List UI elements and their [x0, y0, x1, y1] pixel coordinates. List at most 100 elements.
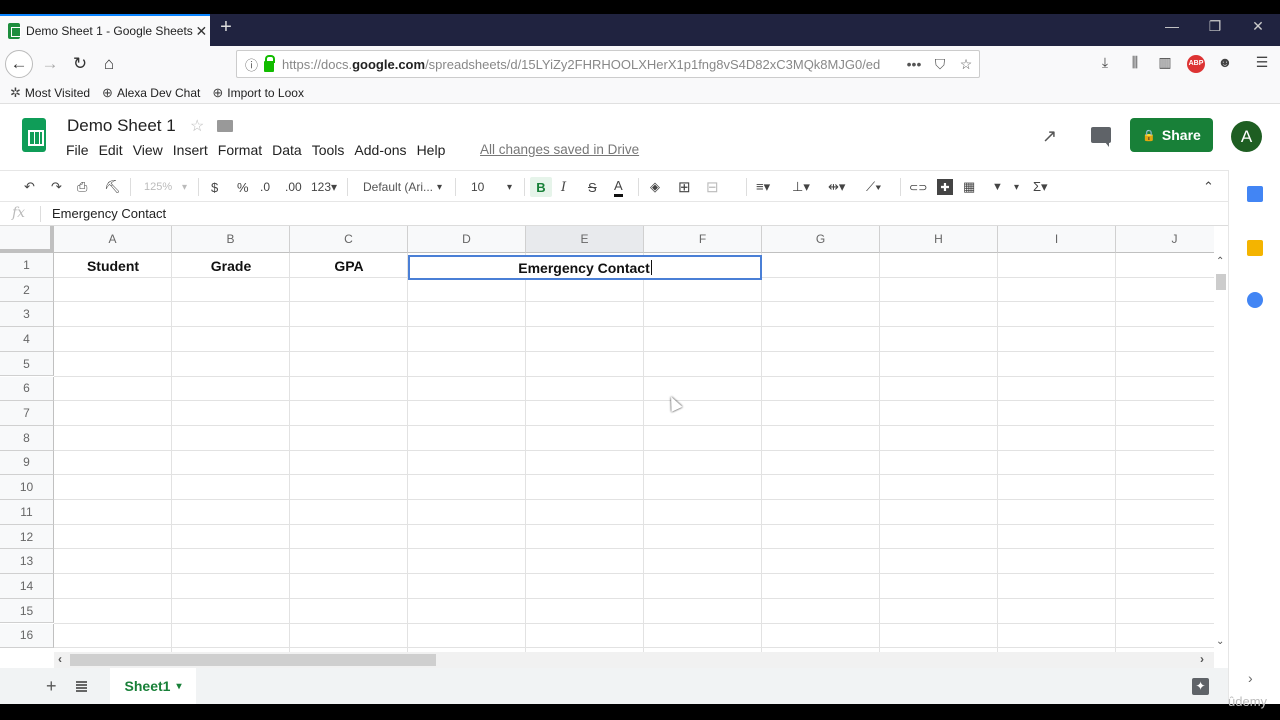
borders-icon[interactable]: ⊞ — [678, 177, 691, 197]
paint-format-icon[interactable]: ⛏ — [104, 177, 121, 197]
cell-b1[interactable]: Grade — [172, 254, 290, 278]
vertical-scrollbar[interactable]: ⌃ ⌄ — [1214, 254, 1228, 652]
forward-button[interactable]: → — [36, 50, 64, 78]
row-header-1[interactable]: 1 — [0, 253, 54, 278]
row-header-8[interactable]: 8 — [0, 425, 54, 451]
row-header-6[interactable]: 6 — [0, 376, 54, 402]
functions-icon[interactable]: Σ▾ — [1033, 177, 1048, 197]
minimize-button[interactable]: — — [1157, 18, 1187, 34]
sheet-caret-icon[interactable]: ▾ — [176, 681, 181, 692]
zoom-caret-icon[interactable]: ▾ — [182, 177, 187, 197]
formula-input[interactable]: Emergency Contact — [52, 206, 166, 221]
account-icon[interactable]: ☻ — [1214, 54, 1236, 74]
column-header-d[interactable]: D — [408, 226, 526, 253]
all-sheets-icon[interactable] — [76, 681, 87, 692]
row-header-11[interactable]: 11 — [0, 500, 54, 525]
menu-edit[interactable]: Edit — [99, 142, 123, 158]
cell-c1[interactable]: GPA — [290, 254, 408, 278]
reload-button[interactable]: ↻ — [66, 50, 94, 78]
row-header-15[interactable]: 15 — [0, 598, 54, 624]
row-header-10[interactable]: 10 — [0, 475, 54, 500]
page-actions-icon[interactable]: ••• — [901, 56, 927, 72]
text-rotation-icon[interactable]: ⟋▾ — [866, 177, 881, 197]
text-color-button[interactable]: A — [614, 177, 623, 197]
decrease-decimal-button[interactable]: .0 — [260, 177, 270, 197]
row-header-13[interactable]: 13 — [0, 549, 54, 575]
menu-data[interactable]: Data — [272, 142, 302, 158]
column-header-h[interactable]: H — [880, 226, 998, 253]
save-status-link[interactable]: All changes saved in Drive — [480, 142, 639, 157]
increase-decimal-button[interactable]: .00 — [285, 177, 302, 197]
menu-file[interactable]: File — [66, 142, 89, 158]
row-header-2[interactable]: 2 — [0, 277, 54, 303]
add-sheet-button[interactable]: + — [46, 676, 57, 697]
font-family-select[interactable]: Default (Ari... — [363, 177, 433, 197]
column-header-c[interactable]: C — [290, 226, 408, 253]
redo-icon[interactable]: ↷ — [51, 177, 62, 197]
column-header-j[interactable]: J — [1116, 226, 1214, 253]
back-button[interactable]: ← — [5, 50, 33, 78]
font-caret-icon[interactable]: ▾ — [437, 177, 442, 197]
new-tab-button[interactable]: + — [216, 16, 236, 39]
star-icon[interactable]: ☆ — [190, 116, 204, 136]
filter-caret-icon[interactable]: ▾ — [1014, 177, 1019, 197]
insert-comment-icon[interactable]: ✚ — [937, 179, 953, 195]
folder-icon[interactable] — [217, 120, 233, 132]
italic-button[interactable]: I — [561, 177, 566, 197]
tasks-icon[interactable] — [1247, 292, 1263, 308]
column-header-g[interactable]: G — [762, 226, 880, 253]
row-header-16[interactable]: 16 — [0, 623, 54, 649]
scroll-up-icon[interactable]: ⌃ — [1216, 256, 1224, 267]
window-close-button[interactable]: ✕ — [1243, 18, 1273, 35]
more-formats-button[interactable]: 123▾ — [311, 177, 337, 197]
merge-cells-icon[interactable]: ⊟ — [706, 177, 719, 197]
url-bar[interactable]: ⓘ https://docs.google.com/spreadsheets/d… — [236, 50, 980, 78]
row-header-7[interactable]: 7 — [0, 401, 54, 426]
editing-cell-d1[interactable]: Emergency Contact — [408, 255, 762, 280]
font-size-caret-icon[interactable]: ▾ — [507, 177, 512, 197]
row-header-12[interactable]: 12 — [0, 524, 54, 550]
column-header-b[interactable]: B — [172, 226, 290, 253]
column-header-i[interactable]: I — [998, 226, 1116, 253]
horizontal-scrollbar[interactable]: ‹ › — [54, 652, 1214, 668]
tab-close-icon[interactable]: ✕ — [193, 23, 210, 40]
adblock-icon[interactable]: ABP — [1187, 55, 1205, 73]
scroll-down-icon[interactable]: ⌄ — [1216, 636, 1224, 647]
sheets-logo-icon[interactable] — [22, 118, 46, 152]
print-icon[interactable]: ⎙ — [77, 177, 87, 197]
sheet-tab-sheet1[interactable]: Sheet1 ▾ — [110, 668, 196, 704]
horizontal-align-icon[interactable]: ≡▾ — [756, 177, 770, 197]
bookmark-alexa-dev-chat[interactable]: ⊕ Alexa Dev Chat — [102, 85, 200, 101]
menu-view[interactable]: View — [133, 142, 163, 158]
menu-addons[interactable]: Add-ons — [354, 142, 406, 158]
document-title[interactable]: Demo Sheet 1 — [67, 116, 176, 136]
pocket-icon[interactable]: ⛉ — [927, 56, 953, 73]
row-header-9[interactable]: 9 — [0, 450, 54, 476]
library-icon[interactable]: ⫼ — [1124, 54, 1146, 74]
undo-icon[interactable]: ↶ — [24, 177, 35, 197]
info-icon[interactable]: ⓘ — [245, 55, 258, 74]
column-header-f[interactable]: F — [644, 226, 762, 253]
menu-tools[interactable]: Tools — [312, 142, 345, 158]
avatar[interactable]: A — [1231, 121, 1262, 152]
spreadsheet-grid[interactable]: 16 15 14 13 12 11 10 9 8 7 6 5 4 3 2 1 J I H G F E D C B A Studen… — [0, 226, 1214, 652]
vertical-scroll-thumb[interactable] — [1216, 274, 1226, 290]
insert-chart-icon[interactable]: ▦ — [963, 177, 975, 197]
percent-format-button[interactable]: % — [237, 177, 249, 197]
calendar-icon[interactable] — [1247, 186, 1263, 202]
comments-icon[interactable] — [1091, 127, 1111, 147]
scroll-right-icon[interactable]: › — [1200, 652, 1204, 666]
menu-format[interactable]: Format — [218, 142, 262, 158]
expand-side-panel-icon[interactable]: › — [1248, 670, 1253, 686]
collapse-menus-icon[interactable]: ⌃ — [1203, 177, 1214, 197]
text-wrapping-icon[interactable]: ⇹▾ — [828, 177, 845, 197]
share-button[interactable]: 🔒 Share — [1130, 118, 1213, 152]
font-size-select[interactable]: 10 — [471, 177, 484, 197]
insert-link-icon[interactable]: ⊂⊃ — [909, 177, 927, 197]
restore-button[interactable]: ❐ — [1200, 18, 1230, 35]
keep-icon[interactable] — [1247, 240, 1263, 256]
vertical-align-icon[interactable]: ⊥▾ — [792, 177, 810, 197]
filter-icon[interactable]: ▼ — [992, 177, 1003, 197]
browser-tab[interactable]: Demo Sheet 1 - Google Sheets ✕ — [0, 14, 210, 46]
column-header-a[interactable]: A — [54, 226, 172, 253]
